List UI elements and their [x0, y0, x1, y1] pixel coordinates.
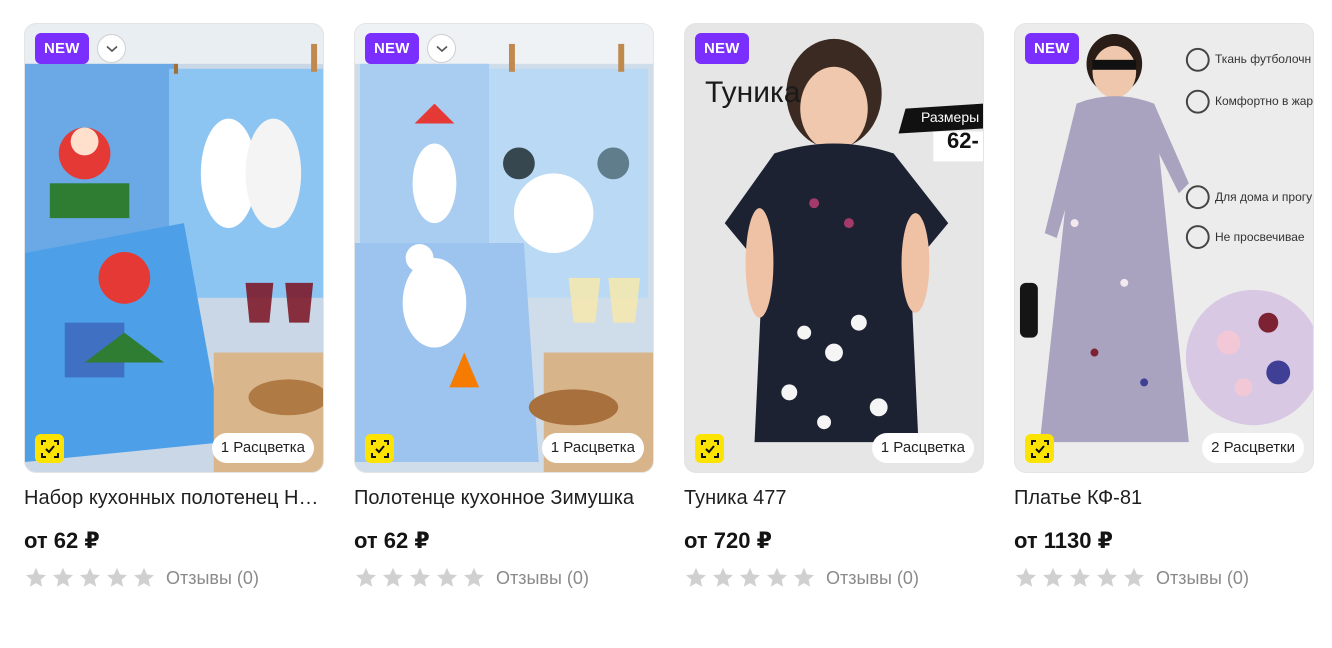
scan-icon[interactable] [35, 434, 64, 463]
chevron-down-icon [105, 45, 118, 52]
image-feature-4: Не просвечивае [1215, 230, 1305, 244]
star-icon [437, 567, 457, 587]
image-feature-1: Ткань футболочн [1215, 52, 1312, 66]
image-feature-3: Для дома и прогу [1215, 190, 1313, 204]
chevron-down-icon [435, 45, 448, 52]
product-price: от 1130 ₽ [1014, 528, 1113, 553]
star-icon [80, 567, 100, 587]
new-badge: NEW [365, 33, 419, 64]
star-rating [1014, 566, 1146, 590]
star-icon [107, 567, 127, 587]
star-icon [1016, 567, 1036, 587]
star-icon [767, 567, 787, 587]
star-icon [410, 567, 430, 587]
product-card[interactable]: NEW Туника Размеры 62- 1 Расцветка Туник… [684, 23, 984, 591]
product-image[interactable]: NEW Ткань футболочн Комфортно в жар Для … [1014, 23, 1314, 473]
product-grid: NEW 1 Расцветка Набор кухонных полотенец… [24, 23, 1314, 591]
reviews-link[interactable]: Отзывы (0) [166, 568, 259, 589]
color-variants-pill[interactable]: 2 Расцветки [1202, 433, 1304, 463]
star-icon [686, 567, 706, 587]
new-badge: NEW [1025, 33, 1079, 64]
reviews-link[interactable]: Отзывы (0) [1156, 568, 1249, 589]
product-price: от 62 ₽ [354, 528, 430, 553]
more-options-button[interactable] [427, 34, 456, 63]
star-icon [383, 567, 403, 587]
reviews-link[interactable]: Отзывы (0) [496, 568, 589, 589]
star-icon [1043, 567, 1063, 587]
scan-icon[interactable] [365, 434, 394, 463]
product-image[interactable]: NEW 1 Расцветка [354, 23, 654, 473]
image-feature-2: Комфортно в жар [1215, 94, 1314, 108]
rating-row: Отзывы (0) [684, 565, 984, 591]
new-badge: NEW [695, 33, 749, 64]
product-card[interactable]: NEW Ткань футболочн Комфортно в жар Для … [1014, 23, 1314, 591]
star-icon [713, 567, 733, 587]
scan-icon[interactable] [1025, 434, 1054, 463]
image-caption-title: Туника [705, 76, 801, 109]
scan-check-glyph [700, 439, 719, 458]
color-variants-pill[interactable]: 1 Расцветка [871, 433, 974, 463]
rating-row: Отзывы (0) [354, 565, 654, 591]
product-photo-dress [1015, 24, 1313, 472]
star-icon [1097, 567, 1117, 587]
product-title[interactable]: Платье КФ-81 [1014, 485, 1314, 511]
star-icon [26, 567, 46, 587]
product-card[interactable]: NEW 1 Расцветка Набор кухонных полотенец… [24, 23, 324, 591]
reviews-link[interactable]: Отзывы (0) [826, 568, 919, 589]
scan-check-glyph [40, 439, 59, 458]
product-title[interactable]: Полотенце кухонное Зимушка [354, 485, 654, 511]
image-caption-sizes: Размеры [921, 109, 980, 125]
product-title[interactable]: Набор кухонных полотенец Новогодний [24, 485, 324, 511]
star-icon [53, 567, 73, 587]
more-options-button[interactable] [97, 34, 126, 63]
color-variants-pill[interactable]: 1 Расцветка [541, 433, 644, 463]
star-icon [1124, 567, 1144, 587]
star-icon [740, 567, 760, 587]
rating-row: Отзывы (0) [24, 565, 324, 591]
star-rating [354, 566, 486, 590]
color-variants-pill[interactable]: 1 Расцветка [211, 433, 314, 463]
product-photo-towels-penguins [355, 24, 653, 472]
star-icon [464, 567, 484, 587]
new-badge: NEW [35, 33, 89, 64]
scan-check-glyph [1030, 439, 1049, 458]
product-image[interactable]: NEW 1 Расцветка [24, 23, 324, 473]
rating-row: Отзывы (0) [1014, 565, 1314, 591]
star-icon [356, 567, 376, 587]
product-card[interactable]: NEW 1 Расцветка Полотенце кухонное Зимуш… [354, 23, 654, 591]
image-caption-size-range: 62- [947, 128, 979, 153]
scan-icon[interactable] [695, 434, 724, 463]
product-price: от 720 ₽ [684, 528, 772, 553]
product-price: от 62 ₽ [24, 528, 100, 553]
product-title[interactable]: Туника 477 [684, 485, 984, 511]
star-icon [794, 567, 814, 587]
star-rating [24, 566, 156, 590]
star-icon [1070, 567, 1090, 587]
product-photo-towels-winter [25, 24, 323, 472]
product-image[interactable]: NEW Туника Размеры 62- 1 Расцветка [684, 23, 984, 473]
star-rating [684, 566, 816, 590]
scan-check-glyph [370, 439, 389, 458]
star-icon [134, 567, 154, 587]
